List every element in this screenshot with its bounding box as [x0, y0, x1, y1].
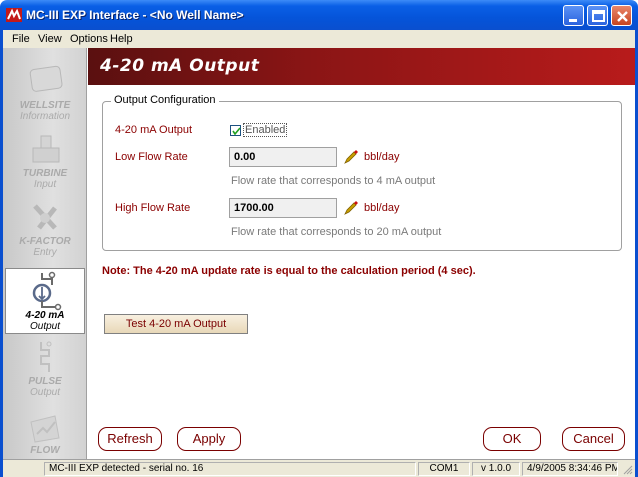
sidebar-item-label: WELLSITE [19, 100, 71, 111]
menu-file[interactable]: File [12, 33, 30, 45]
status-message: MC-III EXP detected - serial no. 16 [44, 462, 416, 476]
minimize-icon [569, 19, 577, 22]
checkmark-icon [232, 127, 241, 136]
maximize-button[interactable] [587, 5, 608, 26]
edit-pen-icon[interactable] [343, 149, 359, 165]
enabled-label[interactable]: Enabled [243, 123, 288, 137]
status-port: COM1 [418, 462, 470, 476]
group-title: Output Configuration [111, 94, 219, 106]
output-label: 4-20 mA Output [115, 124, 193, 136]
low-flow-label: Low Flow Rate [115, 151, 188, 163]
sidebar-item-sublabel: Input [33, 179, 57, 190]
apply-button[interactable]: Apply [177, 427, 241, 451]
cancel-button[interactable]: Cancel [562, 427, 625, 451]
sidebar-item-4-20ma-output[interactable]: 4-20 mA Output [5, 268, 85, 334]
test-output-button[interactable]: Test 4-20 mA Output [104, 314, 248, 334]
page-header: 4-20 mA Output [88, 48, 635, 85]
resize-grip-icon[interactable] [622, 464, 633, 475]
high-flow-label: High Flow Rate [115, 202, 191, 214]
sidebar-nav: WELLSITE Information TURBINE Input K-FAC… [3, 48, 87, 459]
turbine-icon [32, 135, 60, 163]
status-version: v 1.0.0 [472, 462, 520, 476]
low-flow-hint: Flow rate that corresponds to 4 mA outpu… [231, 175, 436, 187]
window-title: MC-III EXP Interface - <No Well Name> [26, 8, 244, 22]
sidebar-item-label: PULSE [28, 376, 62, 387]
menu-bar: File View Options Help [0, 30, 638, 48]
status-datetime: 4/9/2005 8:34:46 PM [522, 462, 618, 476]
refresh-button[interactable]: Refresh [98, 427, 162, 451]
wellsite-icon [29, 65, 63, 92]
enabled-checkbox[interactable] [230, 125, 241, 136]
sidebar-item-kfactor[interactable]: K-FACTOR Entry [3, 198, 87, 266]
sidebar-item-flow[interactable]: FLOW [3, 410, 87, 458]
sidebar-item-label: K-FACTOR [19, 236, 71, 247]
app-logo-icon [6, 8, 22, 22]
kfactor-icon [33, 204, 57, 230]
high-flow-hint: Flow rate that corresponds to 20 mA outp… [231, 226, 442, 238]
sidebar-item-sublabel: Output [29, 321, 61, 332]
ok-button[interactable]: OK [483, 427, 541, 451]
sidebar-item-sublabel: Output [29, 387, 61, 398]
update-rate-note: Note: The 4-20 mA update rate is equal t… [102, 265, 476, 277]
sidebar-item-sublabel: Entry [33, 247, 57, 258]
output-configuration-group: Output Configuration 4-20 mA Output Enab… [102, 94, 622, 251]
sidebar-item-label: 4-20 mA [25, 310, 65, 321]
edit-pen-icon[interactable] [343, 200, 359, 216]
pulse-icon [40, 341, 52, 372]
title-bar[interactable]: MC-III EXP Interface - <No Well Name> [0, 0, 638, 30]
menu-options[interactable]: Options [70, 33, 108, 45]
sidebar-item-wellsite[interactable]: WELLSITE Information [3, 58, 87, 126]
status-bar: MC-III EXP detected - serial no. 16 COM1… [3, 459, 635, 477]
sidebar-item-label: FLOW [30, 445, 60, 456]
low-flow-unit: bbl/day [364, 151, 400, 163]
main-content: Output Configuration 4-20 mA Output Enab… [88, 85, 635, 459]
sidebar-item-sublabel: Information [19, 111, 71, 122]
sidebar-item-pulse[interactable]: PULSE Output [3, 340, 87, 408]
high-flow-rate-input[interactable]: 1700.00 [229, 198, 337, 218]
minimize-button[interactable] [563, 5, 584, 26]
low-flow-rate-input[interactable]: 0.00 [229, 147, 337, 167]
close-button[interactable] [611, 5, 632, 26]
menu-help[interactable]: Help [110, 33, 133, 45]
maximize-icon [592, 10, 605, 22]
flow-icon [30, 415, 60, 443]
close-icon [617, 11, 628, 22]
high-flow-unit: bbl/day [364, 202, 400, 214]
menu-view[interactable]: View [38, 33, 62, 45]
sidebar-item-turbine[interactable]: TURBINE Input [3, 130, 87, 198]
sidebar-item-label: TURBINE [22, 168, 68, 179]
page-title: 4-20 mA Output [100, 56, 260, 76]
analog-output-icon [32, 271, 62, 311]
